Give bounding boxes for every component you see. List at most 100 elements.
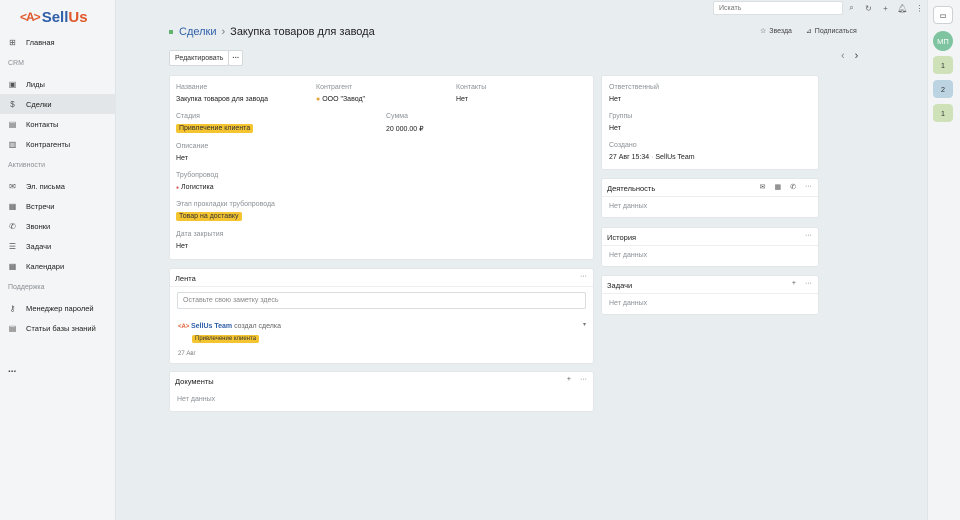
pipeline-stage-label: Этап прокладки трубопровода bbox=[176, 201, 275, 208]
more-button[interactable]: ··· bbox=[228, 50, 244, 66]
sidebar-item-label: Главная bbox=[26, 37, 55, 47]
pipeline-value[interactable]: ● Логистика bbox=[176, 184, 214, 191]
counterparty-value[interactable]: ● ООО "Завод" bbox=[316, 96, 365, 103]
rss-icon: ⊿ bbox=[805, 28, 812, 35]
sidebar-item-5[interactable]: ▥ Контрагенты bbox=[0, 134, 116, 154]
star-button[interactable]: ☆ Звезда bbox=[760, 27, 792, 35]
sidebar-item-13[interactable]: ⚷ Менеджер паролей bbox=[0, 298, 116, 318]
tasks-actions: + ··· bbox=[792, 280, 812, 287]
search-icon[interactable]: ⌕ bbox=[843, 1, 860, 15]
logo[interactable]: <A> SellUs bbox=[20, 7, 88, 27]
sidebar-item-7[interactable]: ✉ Эл. письма bbox=[0, 176, 116, 196]
feed-entry: SellUs Team создал сделка bbox=[191, 323, 281, 330]
history-actions: ··· bbox=[805, 232, 812, 239]
nav-section-1: CRM bbox=[8, 59, 24, 67]
menu-dots-icon[interactable]: ⋮ bbox=[911, 1, 928, 15]
rail-badge[interactable]: 1 bbox=[933, 56, 953, 74]
calendar-icon[interactable]: ▦ bbox=[775, 183, 782, 191]
sidebar-item-3[interactable]: $ Сделки bbox=[0, 94, 116, 114]
grid-icon: ⊞ bbox=[9, 37, 16, 47]
created-value: 27 Авг 15:34 · SellUs Team bbox=[609, 154, 695, 161]
sidebar-item-4[interactable]: ▤ Контакты bbox=[0, 114, 116, 134]
tasks-title: Задачи bbox=[607, 281, 633, 290]
counterparty-label: Контрагент bbox=[316, 84, 353, 91]
nav-section-6: Активности bbox=[8, 161, 46, 169]
mail-icon[interactable]: ✉ bbox=[760, 183, 766, 191]
edit-button[interactable]: Редактировать bbox=[169, 50, 230, 66]
description-label: Описание bbox=[176, 143, 209, 150]
company-dot-icon: ● bbox=[316, 96, 321, 103]
amount-label: Сумма bbox=[386, 113, 408, 120]
rail-badge[interactable]: 2 bbox=[933, 80, 953, 98]
groups-value: Нет bbox=[609, 125, 621, 132]
activity-card: Деятельность ✉ ▦ ✆ ··· Нет данных bbox=[601, 178, 819, 218]
add-icon[interactable]: + bbox=[792, 280, 796, 287]
stage-badge[interactable]: Привлечение клиента bbox=[176, 124, 254, 133]
close-date-value: Нет bbox=[176, 243, 188, 250]
history-icon[interactable]: ↻ bbox=[860, 1, 877, 15]
header-actions: ☆ Звезда ⊿ Подписаться bbox=[760, 27, 857, 35]
breadcrumb-deals[interactable]: Сделки bbox=[179, 26, 217, 38]
more-icon[interactable]: ··· bbox=[805, 280, 812, 287]
deal-details-card: Название Закупка товаров для завода Конт… bbox=[169, 75, 594, 260]
toolbar: Редактировать ··· bbox=[169, 50, 244, 66]
more-icon[interactable]: ··· bbox=[805, 232, 812, 239]
sidebar-item-8[interactable]: ▦ Встречи bbox=[0, 196, 116, 216]
phone-icon[interactable]: ✆ bbox=[790, 183, 796, 191]
bell-icon[interactable]: 🔔︎ bbox=[894, 1, 911, 15]
groups-label: Группы bbox=[609, 113, 633, 120]
tasks-icon: ☰ bbox=[8, 241, 17, 251]
chat-icon[interactable]: ▭ bbox=[933, 6, 953, 24]
tasks-card: Задачи + ··· Нет данных bbox=[601, 275, 819, 315]
sidebar-more-button[interactable]: ... bbox=[0, 360, 116, 378]
search-input[interactable] bbox=[713, 1, 843, 15]
responsible-label: Ответственный bbox=[609, 84, 659, 91]
pipeline-stage-badge[interactable]: Товар на доставку bbox=[176, 212, 242, 221]
sidebar-nav: ⊞ Главная CRM ▣ Лиды $ Сделки ▤ Контакты ▥ Контраг… bbox=[0, 32, 116, 378]
nav-section-12: Поддержка bbox=[8, 283, 45, 291]
history-empty: Нет данных bbox=[609, 252, 648, 259]
feed-card: Лента ··· Оставьте свою заметку здесь <A… bbox=[169, 268, 594, 364]
plus-icon[interactable]: + bbox=[877, 1, 894, 15]
dollar-icon: $ bbox=[10, 99, 15, 109]
sidebar-item-label: Звонки bbox=[26, 221, 51, 231]
calendar-icon: ▦ bbox=[8, 261, 17, 271]
divider bbox=[602, 293, 818, 294]
sidebar-item-14[interactable]: ▤ Статьи базы знаний bbox=[0, 318, 116, 338]
sidebar-item-label: Календари bbox=[26, 261, 65, 271]
page-title: Закупка товаров для завода bbox=[230, 26, 375, 38]
documents-card: Документы + ··· Нет данных bbox=[169, 371, 594, 412]
contacts-label: Контакты bbox=[456, 84, 487, 91]
mail-icon: ✉ bbox=[9, 181, 16, 191]
avatar[interactable]: МП bbox=[933, 31, 953, 51]
documents-actions: + ··· bbox=[567, 376, 587, 383]
sidebar-item-label: Сделки bbox=[26, 99, 52, 109]
created-label: Создано bbox=[609, 142, 637, 149]
sidebar-item-9[interactable]: ✆ Звонки bbox=[0, 216, 116, 236]
subscribe-button[interactable]: ⊿ Подписаться bbox=[806, 27, 857, 35]
company-icon: ▥ bbox=[8, 139, 17, 149]
sidebar-item-label: Лиды bbox=[26, 79, 45, 89]
chevron-left-icon[interactable]: ‹ bbox=[841, 50, 845, 62]
sidebar-item-11[interactable]: ▦ Календари bbox=[0, 256, 116, 276]
more-icon[interactable]: ··· bbox=[580, 376, 587, 383]
sidebar-item-2[interactable]: ▣ Лиды bbox=[0, 74, 116, 94]
more-icon[interactable]: ··· bbox=[580, 273, 587, 280]
contacts-icon: ▤ bbox=[8, 119, 17, 129]
chevron-right-icon[interactable]: › bbox=[855, 50, 859, 62]
book-icon: ▤ bbox=[8, 323, 17, 333]
more-icon[interactable]: ··· bbox=[805, 183, 812, 191]
sidebar-item-0[interactable]: ⊞ Главная bbox=[0, 32, 116, 52]
phone-icon: ✆ bbox=[9, 221, 16, 231]
sidebar-item-label: Менеджер паролей bbox=[26, 303, 94, 313]
calendar-icon: ▦ bbox=[8, 201, 17, 211]
deal-status-dot bbox=[169, 30, 173, 34]
note-input[interactable]: Оставьте свою заметку здесь bbox=[177, 292, 586, 309]
rail-badge[interactable]: 1 bbox=[933, 104, 953, 122]
sidebar-item-10[interactable]: ☰ Задачи bbox=[0, 236, 116, 256]
chevron-down-icon[interactable]: ▾ bbox=[583, 321, 586, 328]
feed-stage-badge: Привлечение клиента bbox=[192, 335, 260, 343]
name-label: Название bbox=[176, 84, 208, 91]
add-icon[interactable]: + bbox=[567, 376, 571, 383]
pipeline-label: Трубопровод bbox=[176, 172, 219, 179]
